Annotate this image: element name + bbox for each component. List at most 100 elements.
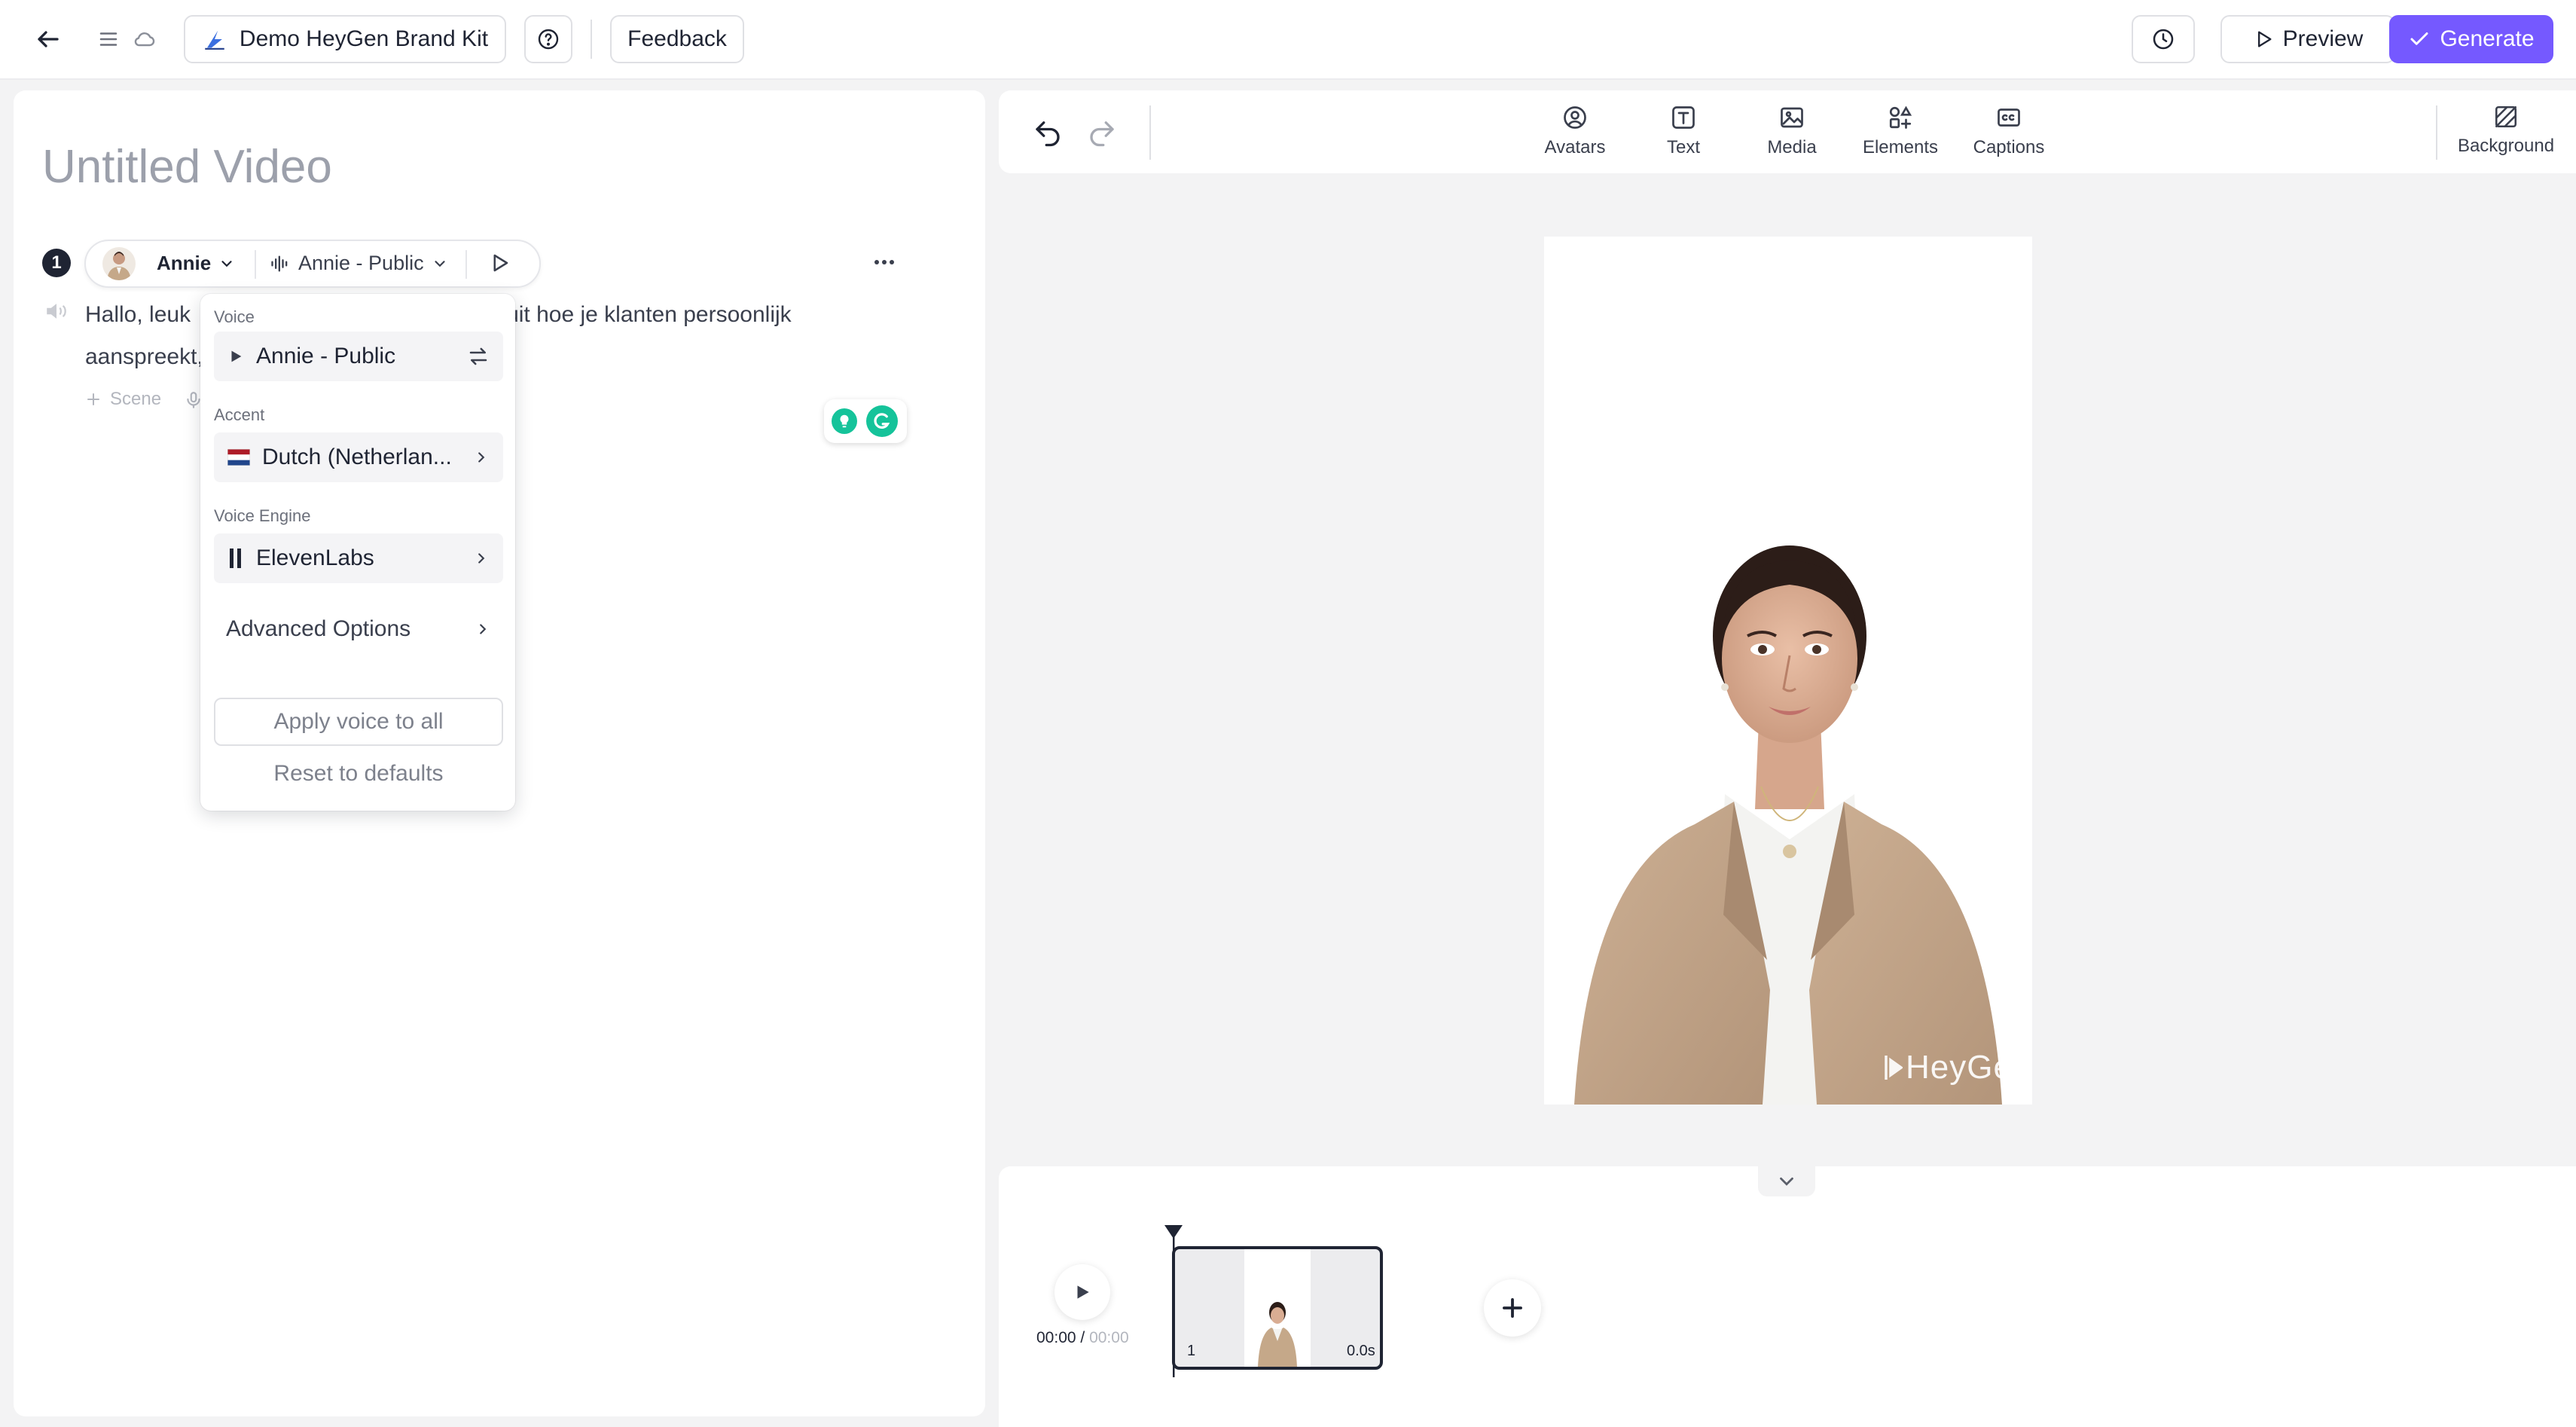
feedback-button[interactable]: Feedback xyxy=(610,15,744,63)
play-scene-button[interactable] xyxy=(488,252,511,274)
undo-button[interactable] xyxy=(1032,116,1064,148)
reset-to-defaults-label: Reset to defaults xyxy=(273,761,444,786)
voice-option[interactable]: Annie - Public xyxy=(214,332,503,381)
play-outline-icon xyxy=(493,254,508,272)
avatar-figure xyxy=(1574,545,2002,1105)
avatar-voice-selector: Annie Annie - Public xyxy=(84,240,541,288)
chevron-down-icon xyxy=(434,260,445,267)
history-button[interactable] xyxy=(2132,15,2195,63)
tool-elements[interactable]: Elements xyxy=(1851,104,1949,158)
brand-kit-button[interactable]: Demo HeyGen Brand Kit xyxy=(184,15,506,63)
text-box-icon xyxy=(1672,106,1695,129)
top-bar: Demo HeyGen Brand Kit Feedback Preview G… xyxy=(0,0,2576,80)
tool-text-label: Text xyxy=(1666,137,1700,157)
brand-logo-icon xyxy=(202,26,227,52)
heygen-logo-icon xyxy=(1885,1056,1903,1080)
voice-value: Annie - Public xyxy=(256,344,396,368)
accent-section-label: Accent xyxy=(214,405,265,424)
apply-voice-to-all-label: Apply voice to all xyxy=(273,709,444,734)
more-horizontal-icon xyxy=(874,260,894,264)
grammarly-widget[interactable] xyxy=(824,399,907,443)
engine-value: ElevenLabs xyxy=(256,545,374,570)
chevron-right-icon xyxy=(478,553,485,564)
clip-duration: 0.0s xyxy=(1347,1343,1375,1359)
accent-option[interactable]: Dutch (Netherlan... xyxy=(214,432,503,482)
play-icon xyxy=(231,350,242,362)
tool-background-label: Background xyxy=(2457,136,2555,156)
heygen-watermark: HeyGen xyxy=(1885,1049,2031,1086)
video-canvas[interactable]: HeyGen xyxy=(1544,237,2032,1105)
advanced-options-row[interactable]: Advanced Options xyxy=(226,609,491,649)
menu-icon[interactable] xyxy=(93,24,124,54)
scene-clip-thumbnail[interactable]: 1 0.0s xyxy=(1172,1246,1383,1370)
time-separator: / xyxy=(1076,1329,1090,1346)
apply-voice-to-all-button[interactable]: Apply voice to all xyxy=(214,698,503,746)
divider xyxy=(1149,105,1151,160)
reset-to-defaults-button[interactable]: Reset to defaults xyxy=(214,755,503,793)
redo-button[interactable] xyxy=(1086,116,1118,148)
scene-more-button[interactable] xyxy=(871,253,898,271)
engine-section-label: Voice Engine xyxy=(214,506,311,525)
divider xyxy=(2436,105,2437,160)
current-time: 00:00 xyxy=(1036,1329,1076,1346)
add-scene-button[interactable]: Scene xyxy=(84,389,161,410)
back-arrow-icon[interactable] xyxy=(32,23,65,56)
video-title-input[interactable]: Untitled Video xyxy=(42,140,332,194)
background-pattern-icon xyxy=(2495,105,2517,128)
grammarly-icon xyxy=(866,405,898,437)
waveform-icon xyxy=(271,255,288,271)
chevron-right-icon xyxy=(478,452,485,463)
chevron-down-icon xyxy=(221,260,232,267)
tool-avatars[interactable]: Avatars xyxy=(1526,104,1624,158)
clock-icon xyxy=(2153,29,2174,50)
avatar-thumbnail xyxy=(1258,1302,1297,1367)
captions-icon xyxy=(1998,108,2020,127)
shapes-icon xyxy=(1889,105,1912,129)
speaker-icon xyxy=(42,298,71,324)
tool-avatars-label: Avatars xyxy=(1544,137,1606,157)
play-outline-icon xyxy=(2257,31,2272,47)
redo-icon xyxy=(1090,121,1114,147)
chevron-right-icon xyxy=(480,624,487,634)
clip-frame xyxy=(1244,1249,1311,1367)
add-clip-button[interactable] xyxy=(1484,1279,1541,1337)
voice-section-label: Voice xyxy=(214,307,255,326)
avatar-thumbnail[interactable] xyxy=(102,247,136,280)
help-icon xyxy=(538,29,559,50)
tool-text[interactable]: Text xyxy=(1634,104,1732,158)
plus-icon xyxy=(87,393,99,405)
total-time: 00:00 xyxy=(1089,1329,1129,1346)
tool-media[interactable]: Media xyxy=(1743,104,1841,158)
plus-icon xyxy=(1503,1298,1522,1318)
swap-icon xyxy=(469,347,487,365)
avatar-dropdown[interactable]: Annie xyxy=(157,252,235,275)
clip-index: 1 xyxy=(1187,1343,1196,1359)
feedback-label: Feedback xyxy=(627,26,727,51)
divider xyxy=(255,250,256,279)
editor-toolbar: Avatars Text Media Elements Captions Bac… xyxy=(999,90,2576,173)
script-line-1-end: t uit hoe je klanten persoonlijk xyxy=(493,302,792,327)
help-button[interactable] xyxy=(524,15,572,63)
add-scene-label: Scene xyxy=(110,389,162,409)
tool-media-label: Media xyxy=(1767,137,1817,157)
voice-name: Annie - Public xyxy=(298,252,424,274)
avatar-circle-icon xyxy=(1564,106,1586,129)
tool-background[interactable]: Background xyxy=(2449,104,2562,157)
tool-captions[interactable]: Captions xyxy=(1960,104,2058,158)
voice-dropdown[interactable]: Annie - Public xyxy=(270,252,448,275)
timeline-play-button[interactable] xyxy=(1055,1264,1110,1320)
tool-elements-label: Elements xyxy=(1862,137,1939,157)
image-icon xyxy=(1781,107,1803,128)
cloud-icon xyxy=(130,24,160,54)
voice-engine-option[interactable]: ElevenLabs xyxy=(214,533,503,583)
preview-button[interactable]: Preview xyxy=(2220,15,2395,63)
script-line-1-start: Hallo, leuk xyxy=(85,302,197,327)
preview-label: Preview xyxy=(2282,26,2364,51)
brand-kit-label: Demo HeyGen Brand Kit xyxy=(239,26,489,51)
chevron-down-icon xyxy=(1780,1177,1793,1186)
elevenlabs-icon xyxy=(230,548,241,568)
collapse-timeline-button[interactable] xyxy=(1758,1166,1815,1196)
advanced-options-label: Advanced Options xyxy=(226,616,411,641)
accent-value: Dutch (Netherlan... xyxy=(262,445,452,469)
generate-button[interactable]: Generate xyxy=(2389,15,2553,63)
